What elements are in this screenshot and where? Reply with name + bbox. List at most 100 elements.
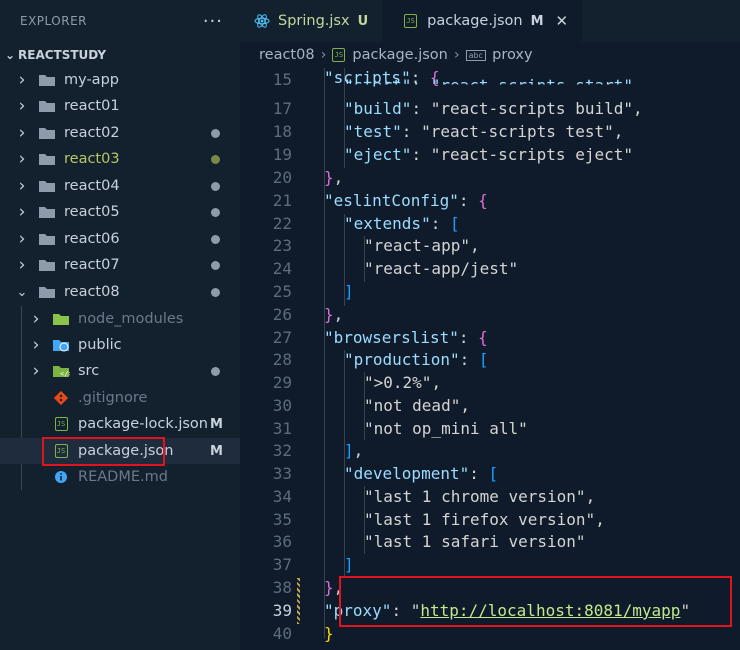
explorer-header: EXPLORER ··· bbox=[0, 0, 240, 42]
git-status-dot bbox=[211, 128, 220, 138]
tree-item-label: package-lock.json bbox=[78, 416, 208, 432]
line-number: 24 bbox=[272, 259, 292, 278]
tree-item[interactable]: › react01 bbox=[0, 93, 240, 119]
tab-spring-jsx[interactable]: Spring.jsx U bbox=[240, 0, 382, 42]
line-number: 37 bbox=[272, 555, 292, 574]
code-line: ] bbox=[344, 555, 354, 574]
git-status-dot bbox=[211, 287, 220, 297]
svg-text:</>: </> bbox=[60, 370, 70, 378]
editor-tabs: Spring.jsx U JS package.json M ✕ bbox=[240, 0, 740, 42]
folder-icon bbox=[38, 126, 56, 140]
code-line: "eslintConfig": { bbox=[324, 191, 488, 210]
tree-item[interactable]: › react06 bbox=[0, 226, 240, 252]
breadcrumb: react08 › JS package.json › abc proxy bbox=[240, 42, 740, 68]
tree-item[interactable]: › react04 bbox=[0, 173, 240, 199]
explorer-title: EXPLORER bbox=[20, 14, 87, 28]
tree-item[interactable]: ⌄ react08 bbox=[0, 279, 240, 305]
src-folder-icon: </> bbox=[52, 364, 70, 378]
more-actions-icon[interactable]: ··· bbox=[203, 11, 223, 32]
line-number: 21 bbox=[272, 191, 292, 210]
code-line: "production": [ bbox=[344, 350, 489, 369]
tree-item[interactable]: .gitignore bbox=[0, 385, 240, 411]
tree-item[interactable]: › react07 bbox=[0, 252, 240, 278]
tree-item[interactable]: › my-app bbox=[0, 67, 240, 93]
line-number: 28 bbox=[272, 350, 292, 369]
code-line: "extends": [ bbox=[344, 214, 460, 233]
code-line: "not dead", bbox=[364, 396, 470, 415]
folder-icon bbox=[38, 152, 56, 166]
chevron-right-icon: › bbox=[18, 255, 26, 275]
tree-item-label: react03 bbox=[64, 151, 120, 167]
tree-item[interactable]: › react02 bbox=[0, 120, 240, 146]
breadcrumb-symbol[interactable]: proxy bbox=[492, 47, 532, 63]
chevron-right-icon: › bbox=[18, 123, 26, 143]
tree-item[interactable]: › public bbox=[0, 332, 240, 358]
breadcrumb-folder[interactable]: react08 bbox=[259, 47, 315, 63]
folder-icon bbox=[38, 179, 56, 193]
line-number: 15 bbox=[272, 70, 292, 89]
tree-item[interactable]: › react03 bbox=[0, 146, 240, 172]
modified-badge: M bbox=[530, 13, 544, 29]
git-icon bbox=[52, 391, 70, 405]
line-number: 29 bbox=[272, 373, 292, 392]
tab-label: package.json bbox=[427, 13, 523, 29]
line-number: 18 bbox=[272, 122, 292, 141]
react-icon bbox=[254, 13, 270, 29]
tree-item[interactable]: JS package-lock.json M bbox=[0, 411, 240, 437]
breadcrumb-file[interactable]: package.json bbox=[352, 47, 447, 63]
code-editor[interactable]: 15 17 18 19 20 21 22 23 24 25 26 27 28 29 30 31 32 33 34 35… bbox=[240, 68, 740, 650]
line-number: 39 bbox=[272, 601, 292, 620]
line-number: 19 bbox=[272, 145, 292, 164]
line-number: 40 bbox=[272, 624, 292, 643]
close-icon[interactable]: ✕ bbox=[556, 12, 569, 30]
code-line: "last 1 safari version" bbox=[364, 532, 586, 551]
line-number: 33 bbox=[272, 464, 292, 483]
tree-item[interactable]: › node_modules bbox=[0, 306, 240, 332]
node-folder-icon bbox=[52, 312, 70, 326]
tree-item-label: react02 bbox=[64, 125, 120, 141]
chevron-right-icon: › bbox=[32, 361, 40, 381]
chevron-right-icon: › bbox=[453, 47, 460, 63]
folder-icon bbox=[38, 73, 56, 87]
line-number: 22 bbox=[272, 214, 292, 233]
code-line: "react-app/jest" bbox=[364, 259, 519, 278]
folder-icon bbox=[38, 205, 56, 219]
line-number: 34 bbox=[272, 487, 292, 506]
code-line: ], bbox=[344, 441, 364, 460]
diff-marker bbox=[297, 578, 300, 624]
tree-item[interactable]: › </> src bbox=[0, 358, 240, 384]
code-line: "build": "react-scripts build", bbox=[344, 99, 643, 118]
code-line: "test": "react-scripts test", bbox=[344, 122, 624, 141]
explorer-sidebar: EXPLORER ··· ⌄ REACTSTUDY › my-app › react0… bbox=[0, 0, 240, 650]
code-line: }, bbox=[324, 305, 344, 324]
highlight-box-proxy bbox=[339, 576, 732, 627]
chevron-right-icon: › bbox=[18, 70, 26, 90]
tree-item-label: react06 bbox=[64, 231, 120, 247]
chevron-right-icon: › bbox=[32, 309, 40, 329]
tree-item-label: .gitignore bbox=[78, 390, 148, 406]
chevron-down-icon: ⌄ bbox=[4, 48, 16, 62]
tree-item-label: README.md bbox=[78, 469, 168, 485]
json-file-icon: JS bbox=[52, 417, 70, 431]
indent-guide bbox=[324, 68, 325, 638]
tree-item[interactable]: › react05 bbox=[0, 199, 240, 225]
tab-label: Spring.jsx bbox=[278, 13, 350, 29]
line-number: 27 bbox=[272, 328, 292, 347]
line-number: 38 bbox=[272, 578, 292, 597]
json-file-icon: JS bbox=[332, 48, 346, 62]
line-number: 17 bbox=[272, 99, 292, 118]
tree-item-label: react07 bbox=[64, 257, 120, 273]
git-status-dot bbox=[211, 207, 220, 217]
git-status-dot bbox=[211, 234, 220, 244]
code-line: "last 1 chrome version", bbox=[364, 487, 596, 506]
code-line: "development": [ bbox=[344, 464, 499, 483]
json-file-icon: JS bbox=[404, 14, 418, 28]
line-number: 32 bbox=[272, 441, 292, 460]
line-number: 25 bbox=[272, 282, 292, 301]
tree-item[interactable]: README.md bbox=[0, 464, 240, 490]
code-line: "last 1 firefox version", bbox=[364, 510, 605, 529]
tree-item-label: public bbox=[78, 337, 122, 353]
tab-package-json[interactable]: JS package.json M ✕ bbox=[382, 0, 583, 42]
line-number: 31 bbox=[272, 419, 292, 438]
workspace-root[interactable]: ⌄ REACTSTUDY bbox=[0, 42, 242, 68]
